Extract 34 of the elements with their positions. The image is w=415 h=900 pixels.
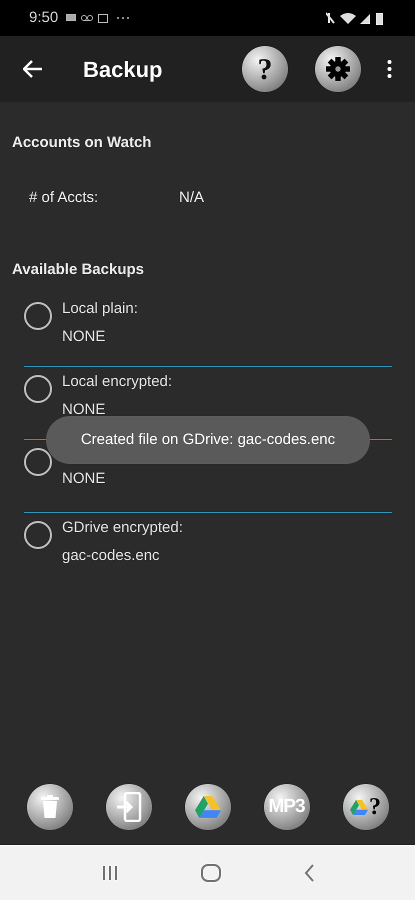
section-heading: Accounts on Watch bbox=[12, 133, 152, 153]
status-time: 9:50 bbox=[29, 8, 58, 28]
backup-label: Local plain: bbox=[62, 298, 138, 318]
backup-value: gac-codes.enc bbox=[62, 546, 161, 566]
field-value: N/A bbox=[179, 188, 204, 208]
import-button[interactable] bbox=[106, 784, 152, 830]
page-title: Backup bbox=[83, 56, 162, 84]
drive-help-button[interactable]: ? bbox=[342, 784, 388, 830]
back-icon[interactable] bbox=[304, 864, 314, 882]
radio-button[interactable] bbox=[24, 374, 52, 402]
drive-icon bbox=[194, 795, 220, 819]
backup-value: NONE bbox=[62, 468, 106, 488]
message-icon bbox=[66, 14, 76, 22]
backup-label: Local encrypted: bbox=[62, 372, 172, 392]
import-icon bbox=[116, 792, 142, 822]
toast-message: Created file on GDrive: gac-codes.enc bbox=[46, 416, 370, 464]
section-heading: Available Backups bbox=[12, 260, 146, 280]
backup-value: NONE bbox=[62, 327, 106, 347]
radio-button[interactable] bbox=[24, 520, 52, 548]
field-label: # of Accts: bbox=[29, 188, 100, 208]
drive-icon bbox=[350, 798, 368, 816]
delete-button[interactable] bbox=[26, 784, 72, 830]
voicemail-icon bbox=[81, 15, 94, 21]
trash-icon bbox=[40, 795, 60, 819]
drive-button[interactable] bbox=[184, 784, 230, 830]
recent-apps-icon[interactable] bbox=[102, 864, 118, 880]
settings-icon bbox=[325, 56, 351, 82]
backup-label: GDrive encrypted: bbox=[62, 518, 183, 538]
home-icon[interactable] bbox=[200, 864, 220, 882]
back-arrow-icon bbox=[23, 60, 43, 78]
help-button[interactable]: ? bbox=[242, 46, 288, 92]
more-icon bbox=[386, 60, 392, 78]
settings-button[interactable] bbox=[315, 46, 361, 92]
radio-button[interactable] bbox=[24, 302, 52, 330]
